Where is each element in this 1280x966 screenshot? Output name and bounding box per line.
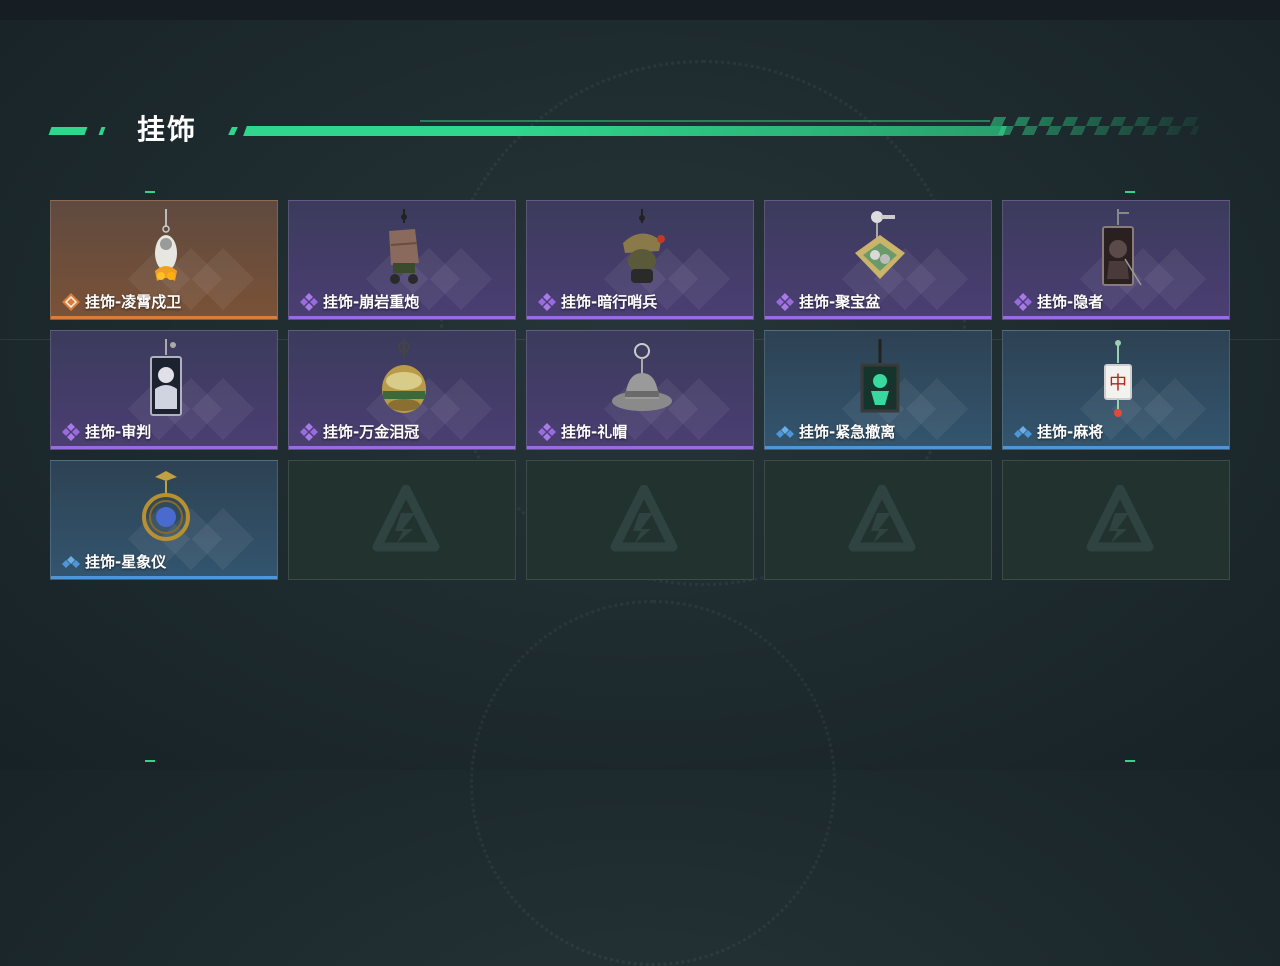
sentinel-charm-icon xyxy=(609,209,675,289)
top-hat-charm-icon xyxy=(609,339,675,419)
empty-slot xyxy=(1002,460,1230,580)
charm-card[interactable]: 挂饰-紧急撤离 xyxy=(764,330,992,450)
empty-slot xyxy=(288,460,516,580)
evac-sign-charm-icon xyxy=(847,339,913,419)
rarity-purple-icon xyxy=(299,422,319,442)
charm-card[interactable]: 挂饰-崩岩重炮 xyxy=(288,200,516,320)
rarity-purple-icon xyxy=(1013,292,1033,312)
corner-mark xyxy=(145,760,155,762)
crown-charm-icon xyxy=(371,339,437,419)
charm-card[interactable]: 挂饰-星象仪 xyxy=(50,460,278,580)
rarity-blue-icon xyxy=(775,422,795,442)
rarity-purple-icon xyxy=(299,292,319,312)
corner-mark xyxy=(145,191,155,193)
charm-card[interactable]: 挂饰-隐者 xyxy=(1002,200,1230,320)
charm-name: 挂饰-崩岩重炮 xyxy=(323,293,420,311)
charm-name: 挂饰-审判 xyxy=(85,423,152,441)
charm-name: 挂饰-暗行哨兵 xyxy=(561,293,658,311)
rarity-blue-icon xyxy=(61,552,81,572)
empty-slot xyxy=(526,460,754,580)
charm-tag: 挂饰-聚宝盆 xyxy=(775,291,880,312)
charm-tag: 挂饰-审判 xyxy=(61,421,151,442)
charm-card[interactable]: 中 挂饰-麻将 xyxy=(1002,330,1230,450)
game-logo-icon xyxy=(847,484,917,555)
mahjong-tile-charm-icon: 中 xyxy=(1085,339,1151,419)
charm-tag: 挂饰-崩岩重炮 xyxy=(299,291,419,312)
charm-card[interactable]: 挂饰-万金泪冠 xyxy=(288,330,516,450)
charm-name: 挂饰-隐者 xyxy=(1037,293,1104,311)
game-logo-icon xyxy=(371,484,441,555)
header-accent-dash xyxy=(48,127,88,135)
header-accent-bar xyxy=(243,126,1007,136)
astrolabe-charm-icon xyxy=(133,469,199,549)
charm-card[interactable]: 挂饰-聚宝盆 xyxy=(764,200,992,320)
corner-mark xyxy=(1125,760,1135,762)
rarity-purple-icon xyxy=(537,292,557,312)
header-checker-pattern xyxy=(985,117,1205,135)
charm-name: 挂饰-紧急撤离 xyxy=(799,423,896,441)
rarity-purple-icon xyxy=(537,422,557,442)
charm-card[interactable]: 挂饰-暗行哨兵 xyxy=(526,200,754,320)
rarity-purple-icon xyxy=(61,422,81,442)
section-title: 挂饰 xyxy=(137,113,198,146)
charm-tag: 挂饰-凌霄戍卫 xyxy=(61,291,181,312)
treasure-bowl-charm-icon xyxy=(847,209,913,289)
rarity-purple-icon xyxy=(775,292,795,312)
svg-text:中: 中 xyxy=(1109,373,1127,394)
cannon-charm-icon xyxy=(371,209,437,289)
game-logo-icon xyxy=(1085,484,1155,555)
charm-name: 挂饰-凌霄戍卫 xyxy=(85,293,182,311)
charm-tag: 挂饰-礼帽 xyxy=(537,421,627,442)
header-accent-dash xyxy=(98,127,106,135)
guard-charm-icon xyxy=(133,209,199,289)
charm-grid: 挂饰-凌霄戍卫 挂饰-崩岩重炮 挂饰-暗行哨兵 挂饰-聚宝盆 挂饰-隐者 挂饰-… xyxy=(50,200,1230,580)
charm-card[interactable]: 挂饰-礼帽 xyxy=(526,330,754,450)
charm-name: 挂饰-礼帽 xyxy=(561,423,628,441)
charm-tag: 挂饰-星象仪 xyxy=(61,551,166,572)
game-logo-icon xyxy=(609,484,679,555)
empty-slot xyxy=(764,460,992,580)
rarity-orange-icon xyxy=(61,292,81,312)
charm-name: 挂饰-万金泪冠 xyxy=(323,423,420,441)
charm-tag: 挂饰-万金泪冠 xyxy=(299,421,419,442)
judgement-card-charm-icon xyxy=(133,339,199,419)
charm-name: 挂饰-星象仪 xyxy=(85,553,167,571)
rarity-blue-icon xyxy=(1013,422,1033,442)
header-accent-dash xyxy=(228,127,238,135)
background-ring-lower xyxy=(470,600,836,966)
top-band xyxy=(0,0,1280,20)
charm-name: 挂饰-麻将 xyxy=(1037,423,1104,441)
charm-tag: 挂饰-隐者 xyxy=(1013,291,1103,312)
charm-name: 挂饰-聚宝盆 xyxy=(799,293,881,311)
charm-card[interactable]: 挂饰-凌霄戍卫 xyxy=(50,200,278,320)
charm-tag: 挂饰-紧急撤离 xyxy=(775,421,895,442)
charm-tag: 挂饰-暗行哨兵 xyxy=(537,291,657,312)
hermit-card-charm-icon xyxy=(1085,209,1151,289)
corner-mark xyxy=(1125,191,1135,193)
charm-tag: 挂饰-麻将 xyxy=(1013,421,1103,442)
charm-card[interactable]: 挂饰-审判 xyxy=(50,330,278,450)
header-thin-line xyxy=(420,120,990,122)
